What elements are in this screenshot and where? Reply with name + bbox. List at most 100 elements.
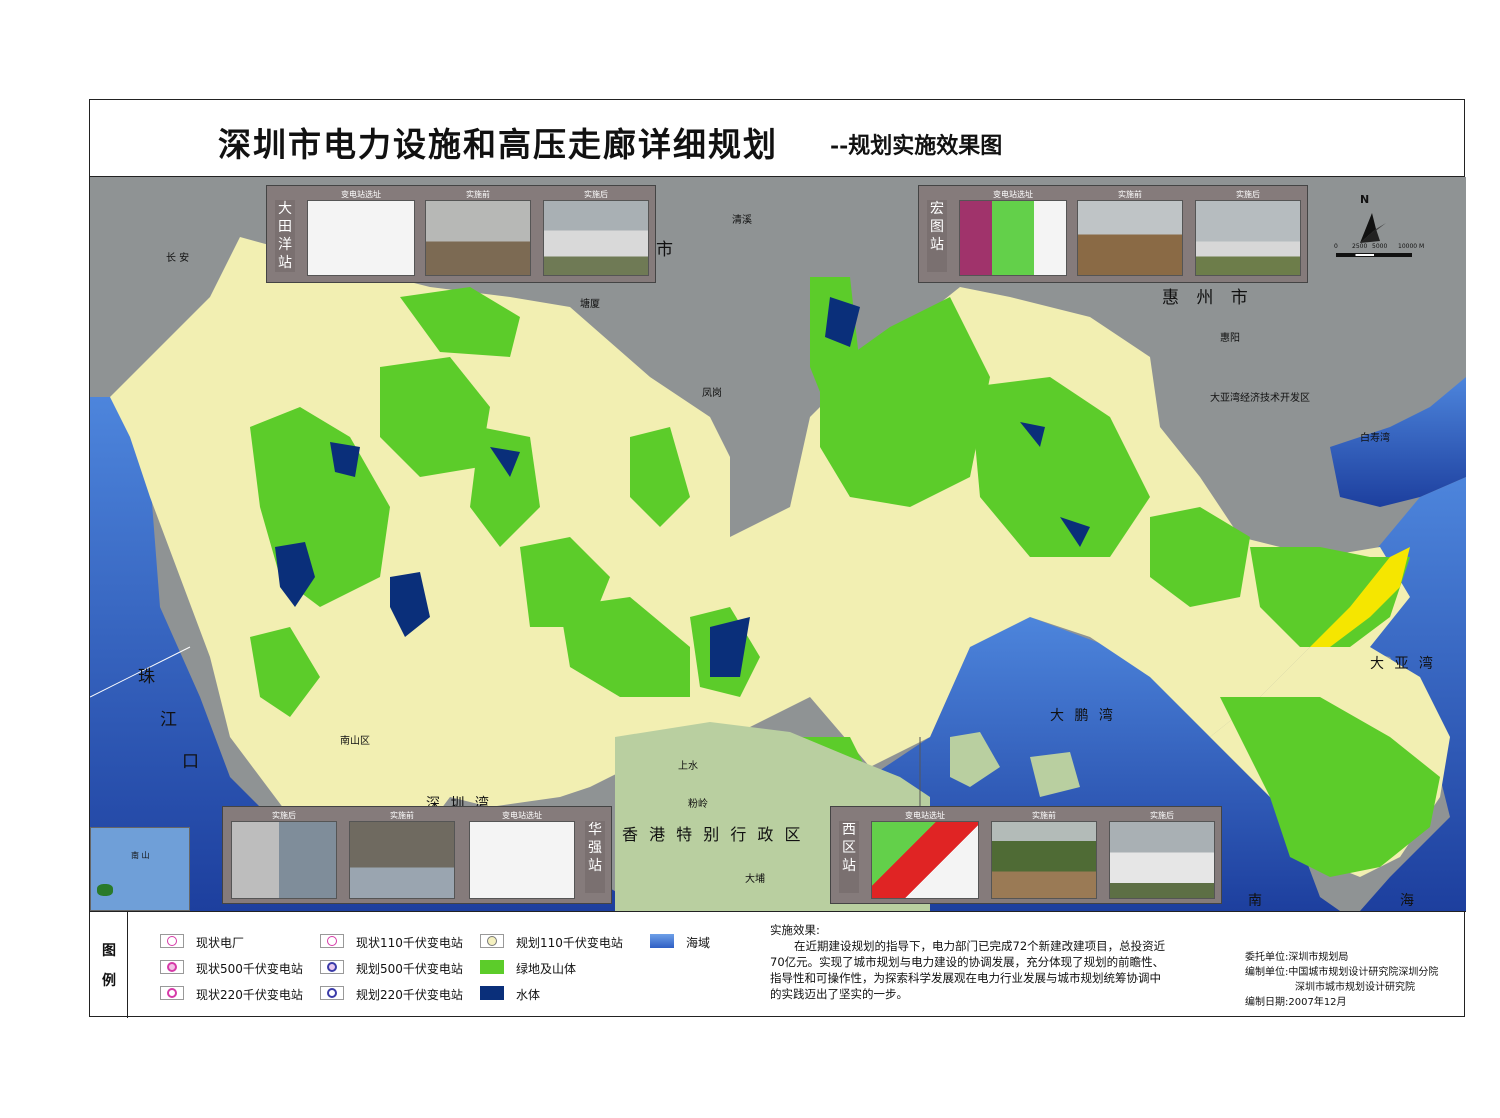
photo-caption: 实施前 (466, 190, 490, 199)
legend-heading-1: 图 (102, 943, 116, 959)
label-dapeng-bay: 大 鹏 湾 (1050, 708, 1116, 724)
credits: 委托单位:深圳市规划局 编制单位:中国城市规划设计研究院深圳分院 深圳市城市规划… (1245, 950, 1438, 1010)
photo-caption: 变电站选址 (502, 811, 542, 820)
scale-tick-2: 5000 (1372, 243, 1388, 250)
scale-bar (1336, 253, 1412, 257)
label-tangxia: 塘厦 (580, 299, 600, 310)
inset-huaqiang: 实施后 实施前 变电站选址 华强站 (222, 806, 612, 904)
after-photo: 实施后 (231, 811, 337, 899)
photo-caption: 实施前 (1118, 190, 1142, 199)
photo-caption: 实施后 (584, 190, 608, 199)
after-photo: 实施后 (543, 190, 649, 276)
inset-hongtu: 宏图站 变电站选址 实施前 实施后 (918, 185, 1308, 283)
scale-tick-3: 10000 M (1398, 243, 1425, 250)
site-plan-image: 变电站选址 (307, 190, 415, 276)
site-plan-image: 变电站选址 (871, 811, 979, 899)
photo-caption: 实施前 (1032, 811, 1056, 820)
overview-label: 南 山 (131, 851, 150, 860)
label-huiyang: 惠阳 (1220, 333, 1240, 344)
credit-value: 深圳市规划局 (1288, 952, 1349, 963)
sea-swatch (650, 934, 674, 948)
credit-maker-2: 深圳市城市规划设计研究院 (1295, 982, 1415, 993)
label-dongguan: 市 (656, 240, 679, 260)
north-arrow-icon (1360, 213, 1386, 243)
legend-label: 规划500千伏变电站 (356, 962, 463, 976)
page-subtitle: --规划实施效果图 (830, 133, 1003, 159)
photo-caption: 实施后 (1150, 811, 1174, 820)
scale-tick-1: 2500 (1352, 243, 1368, 250)
inset-station-name: 西区站 (839, 821, 859, 893)
legend-label: 海域 (686, 936, 711, 950)
green-swatch (480, 960, 504, 974)
credit-value: 中国城市规划设计研究院深圳分院 (1288, 967, 1439, 978)
substation-500-existing-icon (160, 960, 184, 974)
legend-label: 现状220千伏变电站 (196, 988, 303, 1002)
before-photo: 实施前 (349, 811, 455, 899)
inset-datianyang: 大田洋站 变电站选址 实施前 实施后 (266, 185, 656, 283)
photo-caption: 变电站选址 (905, 811, 945, 820)
page-title: 深圳市电力设施和高压走廊详细规划 (218, 125, 778, 164)
credit-value: 2007年12月 (1288, 997, 1347, 1008)
substation-500-planned-icon (320, 960, 344, 974)
label-shangshui: 上水 (678, 761, 698, 772)
inset-station-name: 宏图站 (927, 200, 947, 272)
label-nanshan-district: 南山区 (340, 736, 370, 747)
label-zhujiangkou-3: 口 (182, 752, 205, 772)
inset-station-name: 大田洋站 (275, 200, 295, 272)
label-fenggang: 凤岗 (702, 388, 722, 399)
legend-label: 水体 (516, 988, 541, 1002)
north-label: N (1360, 193, 1370, 206)
overview-island-shape (97, 884, 113, 896)
photo-caption: 实施后 (1236, 190, 1260, 199)
legend-label: 绿地及山体 (516, 962, 577, 976)
site-plan-image: 变电站选址 (469, 811, 575, 899)
credit-label: 编制日期: (1245, 997, 1289, 1008)
credit-label: 委托单位: (1245, 952, 1289, 963)
legend-panel: 图 例 现状电厂 现状500千伏变电站 现状220千伏变电站 现状110千伏变电… (90, 911, 1466, 1018)
label-baishou-bay: 白寿湾 (1360, 433, 1390, 444)
title-bar: 深圳市电力设施和高压走廊详细规划 --规划实施效果图 (90, 100, 1464, 177)
label-south-sea-1: 南 (1248, 893, 1262, 909)
label-fenling: 粉岭 (688, 799, 708, 810)
label-south-sea-2: 海 (1400, 893, 1414, 909)
photo-caption: 变电站选址 (993, 190, 1033, 199)
before-photo: 实施前 (425, 190, 531, 276)
legend-label: 规划110千伏变电站 (516, 936, 623, 950)
water-swatch (480, 986, 504, 1000)
legend-label: 现状电厂 (196, 936, 245, 950)
inset-xiqu: 西区站 变电站选址 实施前 实施后 (830, 806, 1222, 904)
label-hong-kong: 香 港 特 别 行 政 区 (622, 825, 804, 844)
label-daya-dev-zone: 大亚湾经济技术开发区 (1210, 393, 1310, 404)
before-photo: 实施前 (991, 811, 1097, 899)
compass-rose: N 0 2500 5000 10000 M (1334, 193, 1430, 273)
credit-client: 委托单位:深圳市规划局 (1245, 950, 1438, 965)
photo-caption: 实施前 (390, 811, 414, 820)
overview-inset: 南 山 (90, 827, 190, 911)
site-plan-image: 变电站选址 (959, 190, 1067, 276)
credit-date: 编制日期:2007年12月 (1245, 995, 1438, 1010)
photo-caption: 实施后 (272, 811, 296, 820)
scale-tick-0: 0 (1334, 243, 1338, 250)
map-graphic (90, 177, 1466, 911)
label-zhujiangkou-2: 江 (160, 710, 183, 730)
legend-label: 现状110千伏变电站 (356, 936, 463, 950)
substation-110-existing-icon (320, 934, 344, 948)
photo-caption: 变电站选址 (341, 190, 381, 199)
legend-heading-2: 例 (102, 973, 116, 989)
label-zhujiangkou-1: 珠 (138, 667, 161, 687)
power-plant-icon (160, 934, 184, 948)
map-canvas[interactable]: 惠 州 市 市 珠 江 口 深 圳 湾 香 港 特 别 行 政 区 大 鹏 湾 … (90, 177, 1466, 911)
effect-body: 在近期建设规划的指导下，电力部门已完成72个新建改建项目，总投资近70亿元。实现… (770, 939, 1166, 1001)
label-daya-bay: 大 亚 湾 (1370, 656, 1436, 672)
before-photo: 实施前 (1077, 190, 1183, 276)
substation-220-existing-icon (160, 986, 184, 1000)
effect-text: 实施效果: 在近期建设规划的指导下，电力部门已完成72个新建改建项目，总投资近7… (770, 922, 1170, 1002)
inset-station-name: 华强站 (585, 821, 605, 893)
substation-110-planned-icon (480, 934, 504, 948)
credit-label: 编制单位: (1245, 967, 1289, 978)
legend-label: 现状500千伏变电站 (196, 962, 303, 976)
after-photo: 实施后 (1109, 811, 1215, 899)
after-photo: 实施后 (1195, 190, 1301, 276)
label-dabu: 大埔 (745, 874, 765, 885)
effect-heading: 实施效果: (770, 923, 820, 937)
